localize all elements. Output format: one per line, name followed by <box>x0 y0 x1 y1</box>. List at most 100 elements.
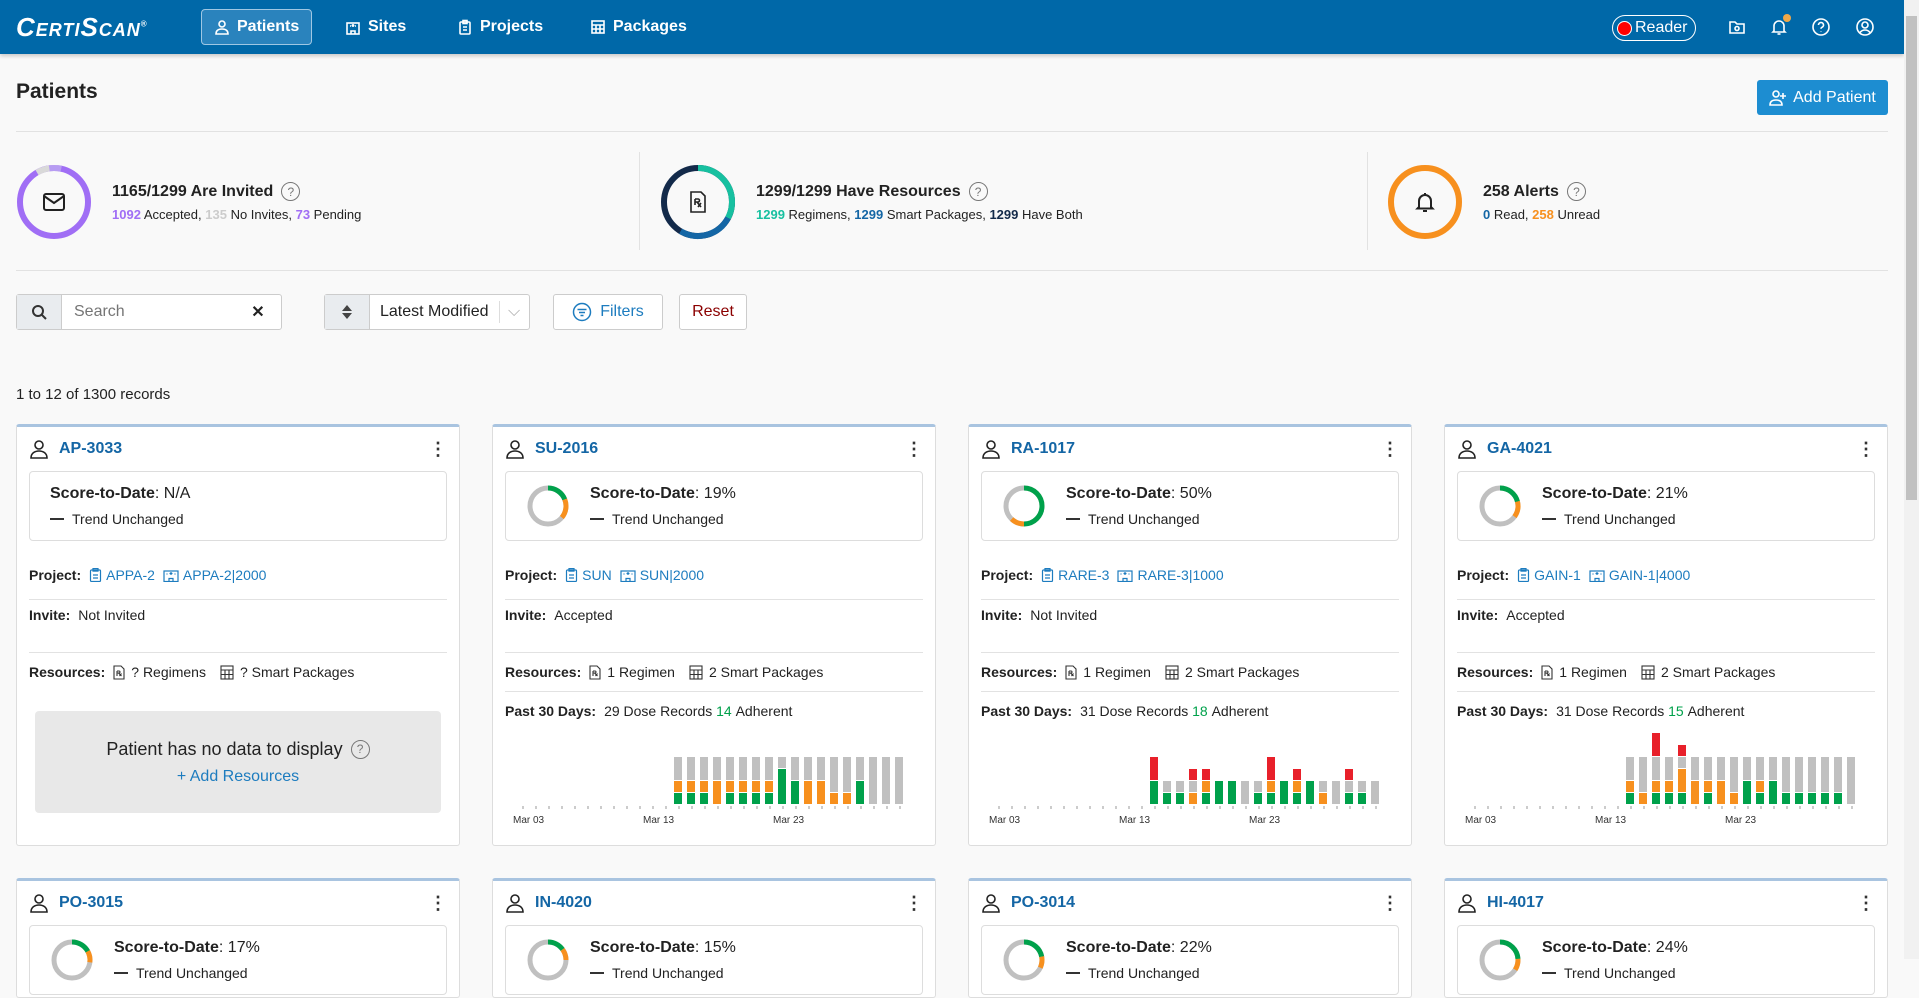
add-patient-button[interactable]: Add Patient <box>1757 80 1888 115</box>
search-input[interactable] <box>62 295 242 329</box>
bar-adherent[interactable] <box>1652 793 1660 804</box>
bar-missing[interactable] <box>1769 757 1777 780</box>
patient-id-link[interactable]: AP-3033 <box>59 440 122 458</box>
bar-partial[interactable] <box>700 781 708 792</box>
regimens-count[interactable]: ? Regimens <box>113 664 206 680</box>
bar-partial[interactable] <box>687 781 695 792</box>
patient-id-link[interactable]: PO-3015 <box>59 894 123 912</box>
bar-missing[interactable] <box>726 757 734 780</box>
site-link[interactable]: APPA-2|2000 <box>163 567 266 583</box>
nav-projects[interactable]: Projects <box>445 9 555 45</box>
bar-partial[interactable] <box>713 781 721 804</box>
filters-button[interactable]: Filters <box>553 294 663 330</box>
bar-missing[interactable] <box>843 757 851 792</box>
smart-packages-count[interactable]: 2 Smart Packages <box>1165 664 1299 680</box>
bar-missing[interactable] <box>1189 781 1197 792</box>
bar-alert[interactable] <box>1202 769 1210 780</box>
smart-packages-count[interactable]: 2 Smart Packages <box>689 664 823 680</box>
regimens-count[interactable]: 1 Regimen <box>589 664 675 680</box>
bar-adherent[interactable] <box>1202 793 1210 804</box>
bar-partial[interactable] <box>1652 781 1660 792</box>
bar-missing[interactable] <box>1371 781 1379 804</box>
bar-adherent[interactable] <box>1769 781 1777 804</box>
bar-alert[interactable] <box>1150 757 1158 780</box>
bar-partial[interactable] <box>830 793 838 804</box>
help-icon[interactable] <box>1811 17 1831 37</box>
bar-adherent[interactable] <box>700 793 708 804</box>
patient-id-link[interactable]: GA-4021 <box>1487 440 1552 458</box>
bar-missing[interactable] <box>856 757 864 780</box>
bar-adherent[interactable] <box>752 793 760 804</box>
bar-adherent[interactable] <box>1176 793 1184 804</box>
bar-adherent[interactable] <box>687 793 695 804</box>
bar-alert[interactable] <box>1293 769 1301 780</box>
bar-missing[interactable] <box>1756 757 1764 780</box>
bar-missing[interactable] <box>1808 757 1816 792</box>
bar-alert[interactable] <box>1267 757 1275 780</box>
bar-alert[interactable] <box>1189 769 1197 780</box>
bar-adherent[interactable] <box>1626 793 1634 804</box>
bar-partial[interactable] <box>817 781 825 804</box>
bar-partial[interactable] <box>1639 793 1647 804</box>
bar-missing[interactable] <box>895 757 903 804</box>
bar-partial[interactable] <box>804 781 812 804</box>
bar-adherent[interactable] <box>1808 793 1816 804</box>
patient-id-link[interactable]: SU-2016 <box>535 440 598 458</box>
bar-partial[interactable] <box>1704 781 1712 792</box>
bar-missing[interactable] <box>765 757 773 780</box>
bar-adherent[interactable] <box>1345 793 1353 804</box>
bar-adherent[interactable] <box>765 793 773 804</box>
bar-adherent[interactable] <box>674 793 682 804</box>
bar-missing[interactable] <box>1358 781 1366 792</box>
bar-adherent[interactable] <box>1795 793 1803 804</box>
project-link[interactable]: RARE-3 <box>1041 567 1109 583</box>
site-link[interactable]: RARE-3|1000 <box>1117 567 1224 583</box>
bar-partial[interactable] <box>674 781 682 792</box>
project-link[interactable]: SUN <box>565 567 612 583</box>
bar-adherent[interactable] <box>856 781 864 804</box>
add-resources-link[interactable]: + Add Resources <box>177 768 299 786</box>
bar-partial[interactable] <box>1678 769 1686 792</box>
bar-adherent[interactable] <box>1163 793 1171 804</box>
sort-direction-icon[interactable] <box>325 295 370 329</box>
scrollbar-thumb[interactable] <box>1906 16 1917 500</box>
bar-missing[interactable] <box>1345 781 1353 792</box>
bar-partial[interactable] <box>739 781 747 792</box>
brand-logo[interactable]: CertiScan® <box>16 12 148 43</box>
project-link[interactable]: GAIN-1 <box>1517 567 1581 583</box>
more-options-icon[interactable]: ⋮ <box>1857 893 1875 914</box>
search-icon[interactable] <box>17 295 62 329</box>
reset-button[interactable]: Reset <box>679 294 747 330</box>
bar-missing[interactable] <box>1332 781 1340 804</box>
nav-sites[interactable]: Sites <box>333 9 418 45</box>
bar-missing[interactable] <box>1691 757 1699 780</box>
bar-partial[interactable] <box>1756 781 1764 792</box>
bar-missing[interactable] <box>791 757 799 780</box>
regimens-count[interactable]: 1 Regimen <box>1065 664 1151 680</box>
patient-id-link[interactable]: HI-4017 <box>1487 894 1544 912</box>
bar-adherent[interactable] <box>1215 781 1223 804</box>
patient-id-link[interactable]: IN-4020 <box>535 894 592 912</box>
regimens-count[interactable]: 1 Regimen <box>1541 664 1627 680</box>
bar-alert[interactable] <box>1678 745 1686 756</box>
bar-adherent[interactable] <box>726 793 734 804</box>
bar-missing[interactable] <box>1639 757 1647 792</box>
bar-missing[interactable] <box>1743 757 1751 780</box>
bar-partial[interactable] <box>726 781 734 792</box>
bar-missing[interactable] <box>882 757 890 804</box>
more-options-icon[interactable]: ⋮ <box>429 439 447 460</box>
bar-adherent[interactable] <box>1280 781 1288 804</box>
user-circle-icon[interactable] <box>1855 17 1875 37</box>
more-options-icon[interactable]: ⋮ <box>905 893 923 914</box>
bar-missing[interactable] <box>1665 757 1673 780</box>
bar-adherent[interactable] <box>1267 793 1275 804</box>
bar-adherent[interactable] <box>1254 793 1262 804</box>
bar-partial[interactable] <box>752 781 760 792</box>
bell-icon[interactable] <box>1769 14 1791 37</box>
help-icon[interactable]: ? <box>968 182 988 201</box>
more-options-icon[interactable]: ⋮ <box>429 893 447 914</box>
project-link[interactable]: APPA-2 <box>89 567 155 583</box>
bar-partial[interactable] <box>1267 781 1275 792</box>
help-icon[interactable]: ? <box>350 739 370 759</box>
bar-partial[interactable] <box>765 781 773 792</box>
